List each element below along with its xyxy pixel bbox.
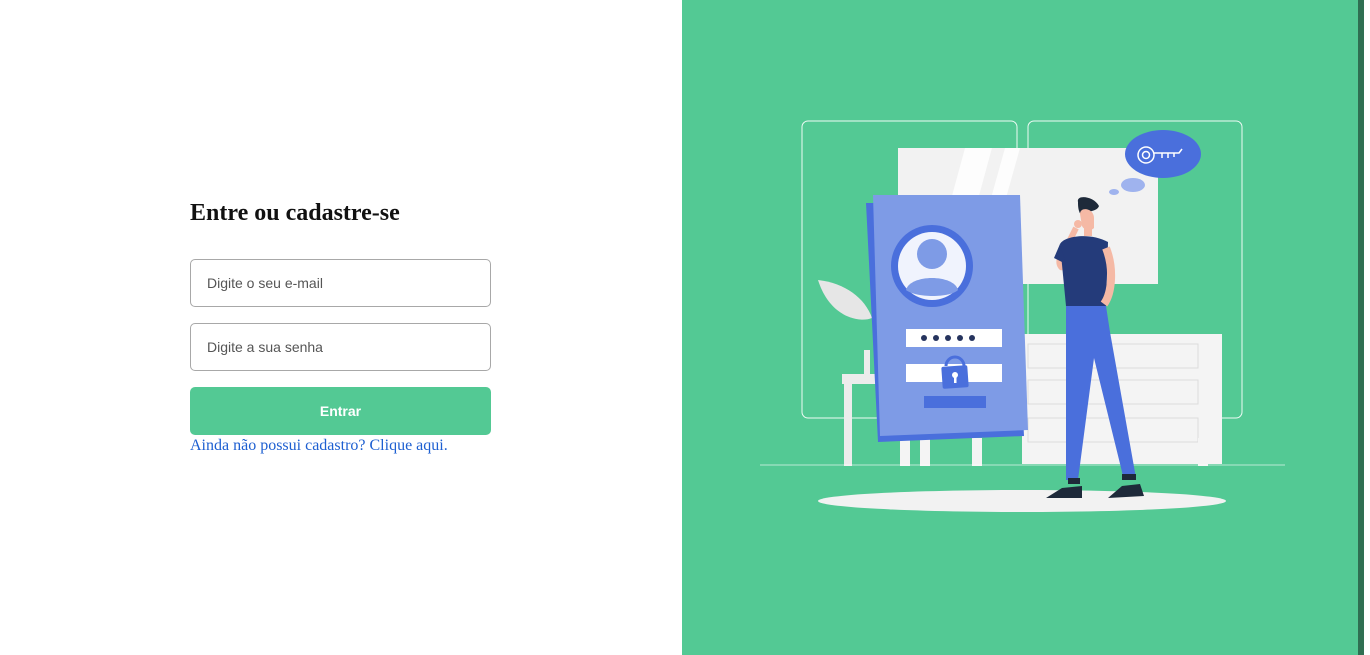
login-illustration [760, 120, 1285, 512]
illustration-panel [682, 0, 1364, 655]
login-button[interactable]: Entrar [190, 387, 491, 435]
password-input[interactable] [190, 323, 491, 371]
login-page: Entre ou cadastre-se Entrar Ainda não po… [0, 0, 1370, 655]
email-input[interactable] [190, 259, 491, 307]
signup-link[interactable]: Ainda não possui cadastro? Clique aqui. [190, 437, 491, 455]
login-panel: Entre ou cadastre-se Entrar Ainda não po… [0, 0, 682, 655]
login-form: Entre ou cadastre-se Entrar Ainda não po… [190, 197, 491, 455]
key-icon [1125, 130, 1201, 178]
page-title: Entre ou cadastre-se [190, 200, 400, 226]
scrollbar[interactable] [1358, 0, 1364, 655]
